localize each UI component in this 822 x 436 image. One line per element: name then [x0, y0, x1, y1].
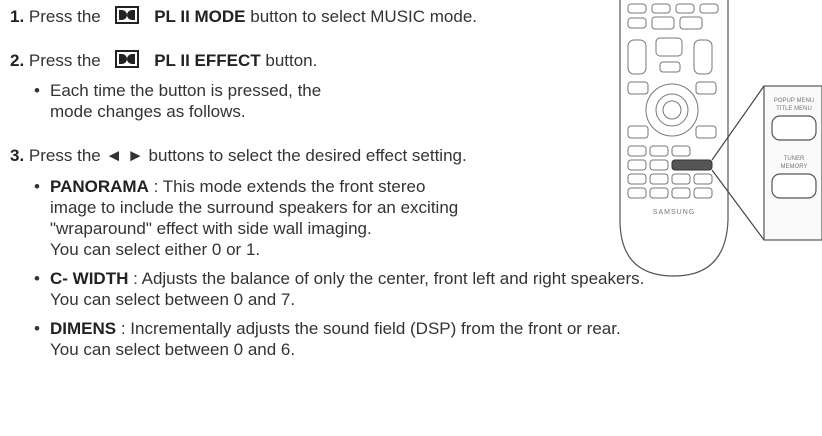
description: : Adjusts the balance of only the center…	[128, 269, 645, 288]
step-2: 2. Press the PL II EFFECT button.	[10, 50, 317, 73]
list-item: Each time the button is pressed, the mod…	[34, 80, 354, 122]
step-1: 1. Press the PL II MODE button to select…	[10, 6, 477, 29]
description: "wraparound" effect with side wall imagi…	[50, 219, 372, 238]
list-item-c-width: C- WIDTH : Adjusts the balance of only t…	[34, 268, 644, 310]
dolby-logo-icon	[115, 6, 140, 29]
remote-control-illustration: SAMSUNG POPUP MENU TITLE MENU TUNER MEMO…	[619, 0, 822, 277]
effect-settings-list: PANORAMA : This mode extends the front s…	[34, 176, 644, 360]
description: You can select between 0 and 7.	[50, 290, 296, 309]
callout-label-tuner: TUNER	[784, 156, 805, 162]
description: : This mode extends the front stereo	[148, 177, 426, 196]
step-3: 3. Press the ◄ ► buttons to select the d…	[10, 146, 467, 166]
highlighted-buttons	[671, 159, 713, 171]
description: : Incrementally adjusts the sound field …	[116, 319, 621, 338]
description: You can select either 0 or 1.	[50, 240, 261, 259]
step-number: 1.	[10, 7, 25, 26]
callout-label-title-menu: TITLE MENU	[776, 106, 812, 112]
description: image to include the surround speakers f…	[50, 198, 459, 217]
button-name: PL II EFFECT	[154, 51, 261, 70]
step-number: 2.	[10, 51, 25, 70]
description: You can select between 0 and 6.	[50, 340, 296, 359]
step-text: Press the ◄ ► buttons to select the desi…	[28, 146, 467, 165]
list-item-panorama: PANORAMA : This mode extends the front s…	[34, 176, 644, 260]
step-text: button.	[265, 51, 318, 70]
term: DIMENS	[50, 319, 117, 338]
step-2-bullets: Each time the button is pressed, the mod…	[34, 80, 354, 122]
button-name: PL II MODE	[154, 7, 246, 26]
step-text: Press the	[28, 7, 101, 26]
term: PANORAMA	[50, 177, 149, 196]
list-item-dimens: DIMENS : Incrementally adjusts the sound…	[34, 318, 644, 360]
step-number: 3.	[10, 146, 25, 165]
step-text: button to select MUSIC mode.	[250, 7, 478, 26]
term: C- WIDTH	[50, 269, 129, 288]
dolby-logo-icon	[115, 50, 140, 73]
remote-brand: SAMSUNG	[653, 209, 695, 216]
callout-label-memory: MEMORY	[781, 164, 808, 170]
step-text: Press the	[28, 51, 101, 70]
callout-label-popup-menu: POPUP MENU	[774, 98, 814, 104]
